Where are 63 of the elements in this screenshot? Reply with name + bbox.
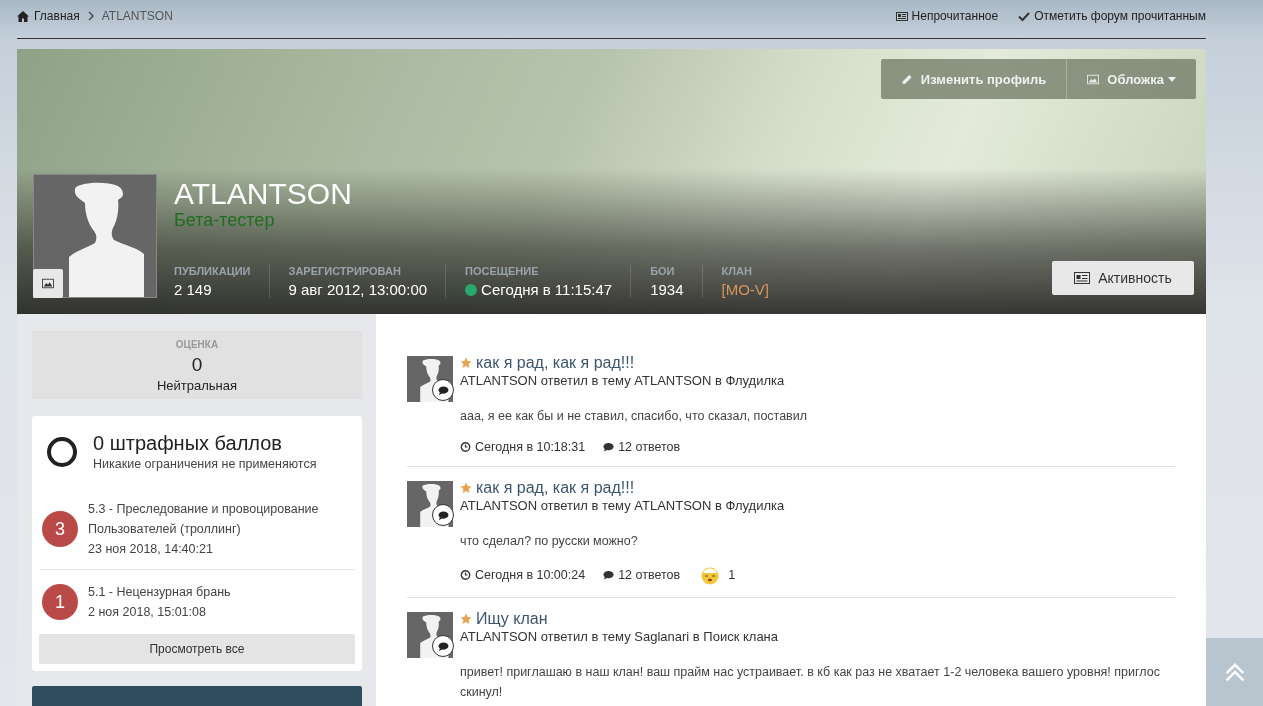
reaction-count: 1 bbox=[728, 568, 736, 582]
newspaper-icon bbox=[895, 10, 908, 22]
stat-label: КЛАН bbox=[721, 265, 753, 277]
rating-label: ОЦЕНКА bbox=[174, 339, 220, 350]
points-badge: 3 bbox=[42, 511, 78, 547]
image-icon bbox=[42, 278, 54, 289]
comment-icon bbox=[603, 442, 615, 452]
stat-value: 9 авг 2012, 13:00:00 bbox=[288, 281, 428, 298]
post-excerpt: что сделал? по русски можно? bbox=[460, 533, 639, 550]
clock-icon bbox=[460, 442, 471, 452]
rating-value: 0 bbox=[190, 354, 204, 376]
activity-button[interactable]: Активность bbox=[1052, 261, 1194, 295]
pencil-icon bbox=[900, 73, 913, 85]
stat-label: БОИ bbox=[650, 265, 676, 277]
penalty-date: 23 ноя 2018, 14:40:21 bbox=[88, 541, 214, 558]
stat-label: ПУБЛИКАЦИИ bbox=[174, 265, 251, 277]
activity-summary: ATLANTSON ответил в тему ATLANTSON в Флудилка bbox=[460, 373, 786, 388]
topic-link[interactable]: Ищу клан bbox=[476, 610, 548, 628]
stat-value: Сегодня в 11:15:47 bbox=[481, 281, 613, 298]
activity-summary: ATLANTSON ответил в тему Saglanari в Поиск клана bbox=[460, 629, 780, 644]
clock-icon bbox=[460, 570, 471, 580]
change-photo-button[interactable] bbox=[33, 269, 63, 298]
view-all-button[interactable]: Просмотреть все bbox=[39, 634, 355, 664]
image-icon bbox=[1087, 73, 1100, 85]
post-time: Сегодня в 10:18:31 bbox=[460, 440, 586, 454]
topic-link[interactable]: как я рад, как я рад!!! bbox=[476, 354, 635, 372]
newspaper-icon bbox=[1074, 272, 1091, 284]
post-excerpt: привет! приглашаю в наш клан! ваш прайм нас устраивает. в кб как раз не хватает 1-2 человека вашего уровня! приглос скинул! bbox=[460, 664, 1160, 701]
comment-icon bbox=[603, 570, 615, 580]
rating-text: Нейтральная bbox=[155, 378, 239, 393]
reply-count: 12 ответов bbox=[603, 440, 681, 454]
post-time: Сегодня в 10:00:24 bbox=[460, 568, 586, 582]
profile-name: ATLANTSON bbox=[174, 178, 353, 210]
user-group: Бета-тестер bbox=[174, 210, 275, 231]
penalty-reason[interactable]: 5.1 - Нецензурная брань bbox=[88, 582, 231, 602]
star-icon bbox=[460, 613, 472, 625]
breadcrumb-link[interactable]: ATLANTSON bbox=[101, 9, 173, 23]
checkmark-icon bbox=[1018, 10, 1031, 22]
chevron-icon bbox=[87, 11, 94, 21]
online-dot bbox=[465, 283, 478, 296]
sleepy-face-icon bbox=[700, 565, 721, 585]
stat-value[interactable]: [MO-V] bbox=[721, 281, 770, 298]
stat-label: ПОСЕЩЕНИЕ bbox=[465, 265, 540, 277]
star-icon bbox=[460, 357, 472, 369]
activity-summary: ATLANTSON ответил в тему ATLANTSON в Флудилка bbox=[460, 498, 785, 513]
star-icon bbox=[460, 482, 472, 494]
topic-link[interactable]: как я рад, как я рад!!! bbox=[476, 479, 635, 497]
penalty-subtitle: Никакие ограничения не применяются bbox=[93, 457, 317, 471]
penalty-date: 2 ноя 2018, 15:01:08 bbox=[88, 604, 207, 621]
stat-value: 2 149 bbox=[174, 281, 212, 298]
penalty-title: 0 штрафных баллов bbox=[93, 432, 283, 455]
home-icon bbox=[17, 10, 29, 22]
stat-label: ЗАРЕГИСТРИРОВАН bbox=[288, 265, 402, 277]
reply-count: 12 ответов bbox=[603, 568, 681, 582]
post-excerpt: ааа, я ее как бы и не ставил, спасибо, что сказал, поставил bbox=[460, 408, 808, 425]
top-link[interactable]: Отметить форум прочитанным bbox=[1018, 9, 1206, 23]
top-link[interactable]: Непрочитанное bbox=[895, 9, 999, 23]
breadcrumb-link[interactable]: Главная bbox=[34, 9, 80, 23]
penalty-reason[interactable]: 5.3 - Преследование и провоцирование Пользователей (троллинг) bbox=[88, 499, 352, 539]
ring-icon bbox=[47, 436, 77, 467]
points-badge: 1 bbox=[42, 584, 78, 620]
caret-icon bbox=[1168, 76, 1176, 82]
stat-value: 1934 bbox=[650, 281, 684, 298]
